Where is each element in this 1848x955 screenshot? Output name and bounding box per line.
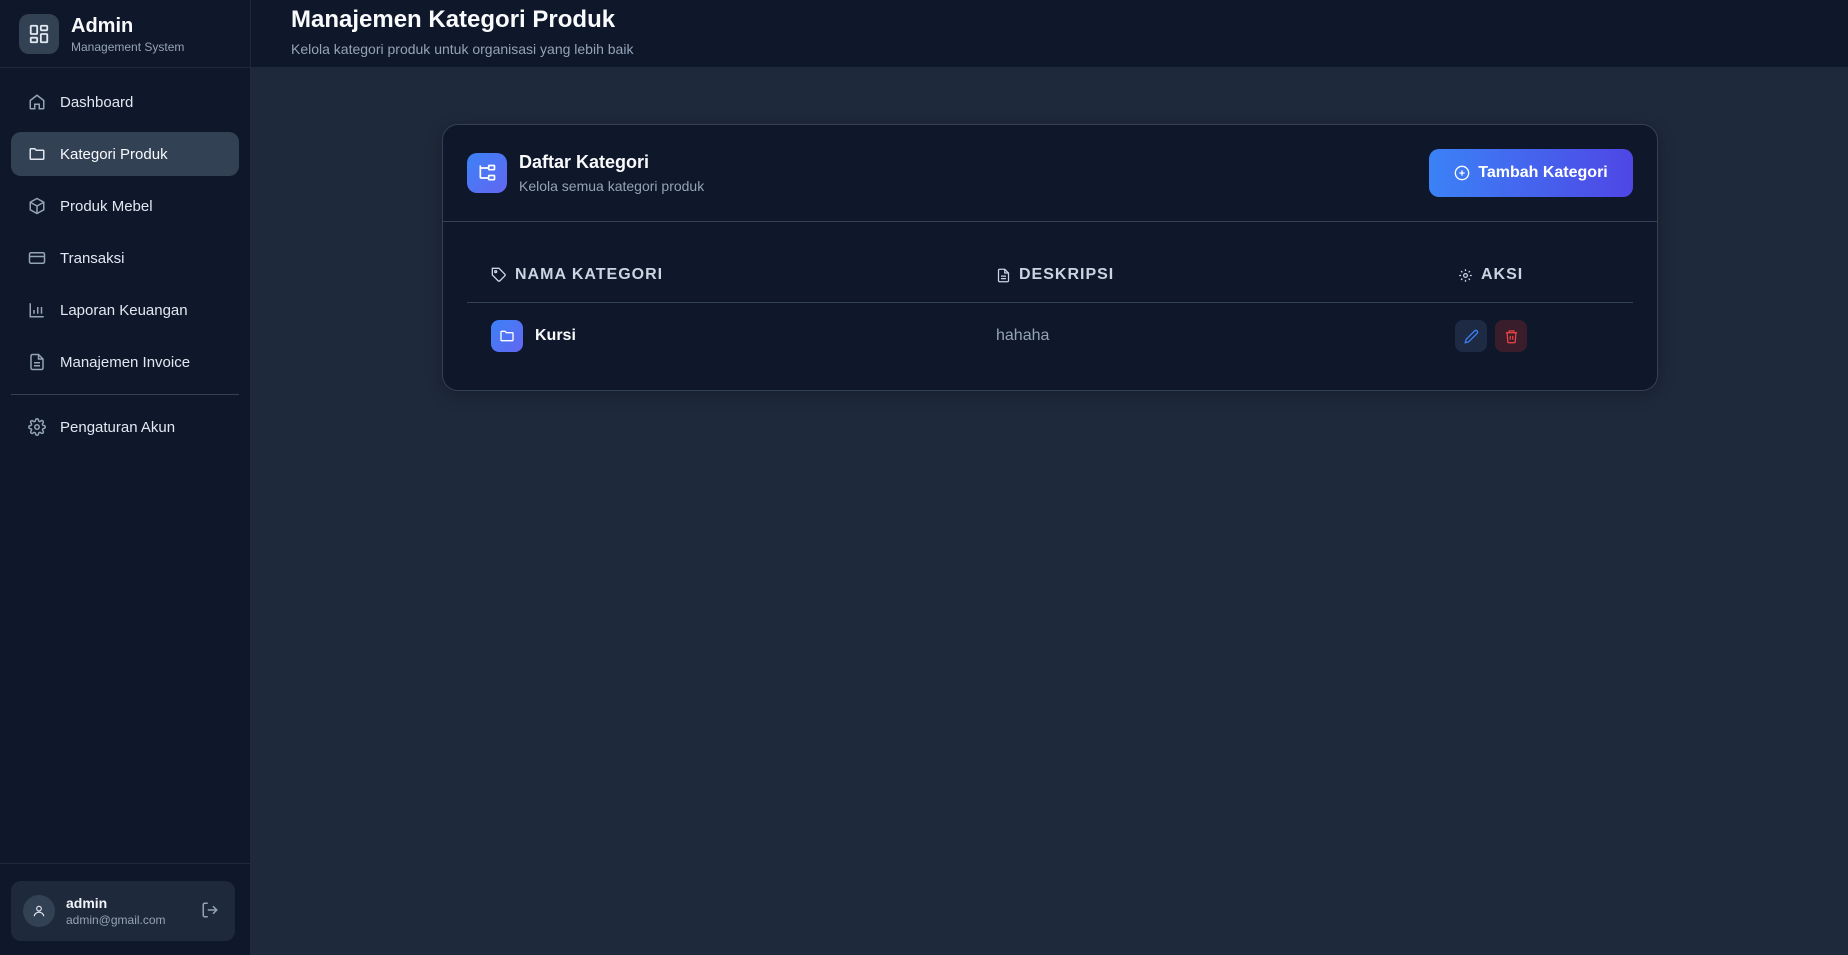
credit-card-icon [27,248,47,268]
brand-subtitle: Management System [71,39,185,54]
table-header: NAMA KATEGORI DESKRIPSI AKSI [467,222,1633,303]
column-header-description: DESKRIPSI [996,266,1114,284]
sidebar-item-label: Laporan Keuangan [60,301,188,319]
add-category-label: Tambah Kategori [1478,164,1608,181]
category-description: hahaha [996,327,1050,344]
sidebar-item-label: Transaksi [60,249,125,267]
dashboard-grid-icon [19,13,59,54]
sidebar-item-label: Dashboard [60,93,134,111]
trash-icon [1504,329,1519,344]
bar-chart-icon [27,300,47,320]
user-profile: admin admin@gmail.com [11,881,235,941]
brand-title: Admin [71,14,134,37]
sidebar-item-dashboard[interactable]: Dashboard [11,80,239,124]
category-table: NAMA KATEGORI DESKRIPSI AKSI Kursi hahah… [467,222,1633,369]
add-category-button[interactable]: Tambah Kategori [1429,149,1633,197]
column-header-name: NAMA KATEGORI [491,266,663,284]
folder-icon [27,144,47,164]
sidebar-item-label: Kategori Produk [60,145,168,163]
column-label: NAMA KATEGORI [515,266,664,283]
sidebar-item-transaksi[interactable]: Transaksi [11,236,239,280]
plus-circle-icon [1454,165,1470,181]
file-text-icon [996,268,1011,283]
tag-icon [491,267,507,283]
category-name-cell: Kursi [491,303,576,369]
user-name: admin [66,895,108,911]
sidebar-item-label: Produk Mebel [60,197,153,215]
category-name: Kursi [535,327,576,344]
app-root: Admin Management System Dashboard Katego… [0,0,1848,955]
column-label: DESKRIPSI [1019,266,1115,283]
pencil-icon [1463,329,1479,344]
sidebar: Admin Management System Dashboard Katego… [0,0,251,955]
category-tree-icon [467,153,507,193]
card-header: Daftar Kategori Kelola semua kategori pr… [443,125,1657,222]
card-title: Daftar Kategori [519,152,650,172]
column-label: AKSI [1481,266,1524,283]
actions-cell [1455,303,1535,369]
page-header: Manajemen Kategori Produk Kelola kategor… [251,0,1848,68]
sidebar-item-laporan-keuangan[interactable]: Laporan Keuangan [11,288,239,332]
page-title: Manajemen Kategori Produk [291,6,616,33]
footer-divider [0,863,251,864]
sidebar-nav: Dashboard Kategori Produk Produk Mebel T… [0,68,250,469]
edit-button[interactable] [1455,320,1487,352]
sidebar-item-label: Manajemen Invoice [60,353,191,371]
home-icon [27,92,47,112]
description-cell: hahaha [996,303,1049,369]
sidebar-item-label: Pengaturan Akun [60,418,176,436]
sidebar-item-manajemen-invoice[interactable]: Manajemen Invoice [11,340,239,384]
delete-button[interactable] [1495,320,1527,352]
card-subtitle: Kelola semua kategori produk [519,178,705,194]
user-email: admin@gmail.com [66,913,166,927]
sidebar-item-produk-mebel[interactable]: Produk Mebel [11,184,239,228]
column-header-actions: AKSI [1458,266,1523,284]
sidebar-item-kategori-produk[interactable]: Kategori Produk [11,132,239,176]
sidebar-item-pengaturan-akun[interactable]: Pengaturan Akun [11,405,239,449]
nav-divider [11,394,239,395]
page-subtitle: Kelola kategori produk untuk organisasi … [291,41,634,57]
box-icon [27,196,47,216]
file-text-icon [27,352,47,372]
gear-icon [1458,268,1473,283]
category-card: Daftar Kategori Kelola semua kategori pr… [442,124,1658,391]
gear-icon [27,417,47,437]
logout-icon[interactable] [201,901,221,921]
avatar [23,895,55,927]
brand: Admin Management System [0,0,250,68]
folder-icon [491,320,523,352]
table-row: Kursi hahaha [467,303,1633,369]
